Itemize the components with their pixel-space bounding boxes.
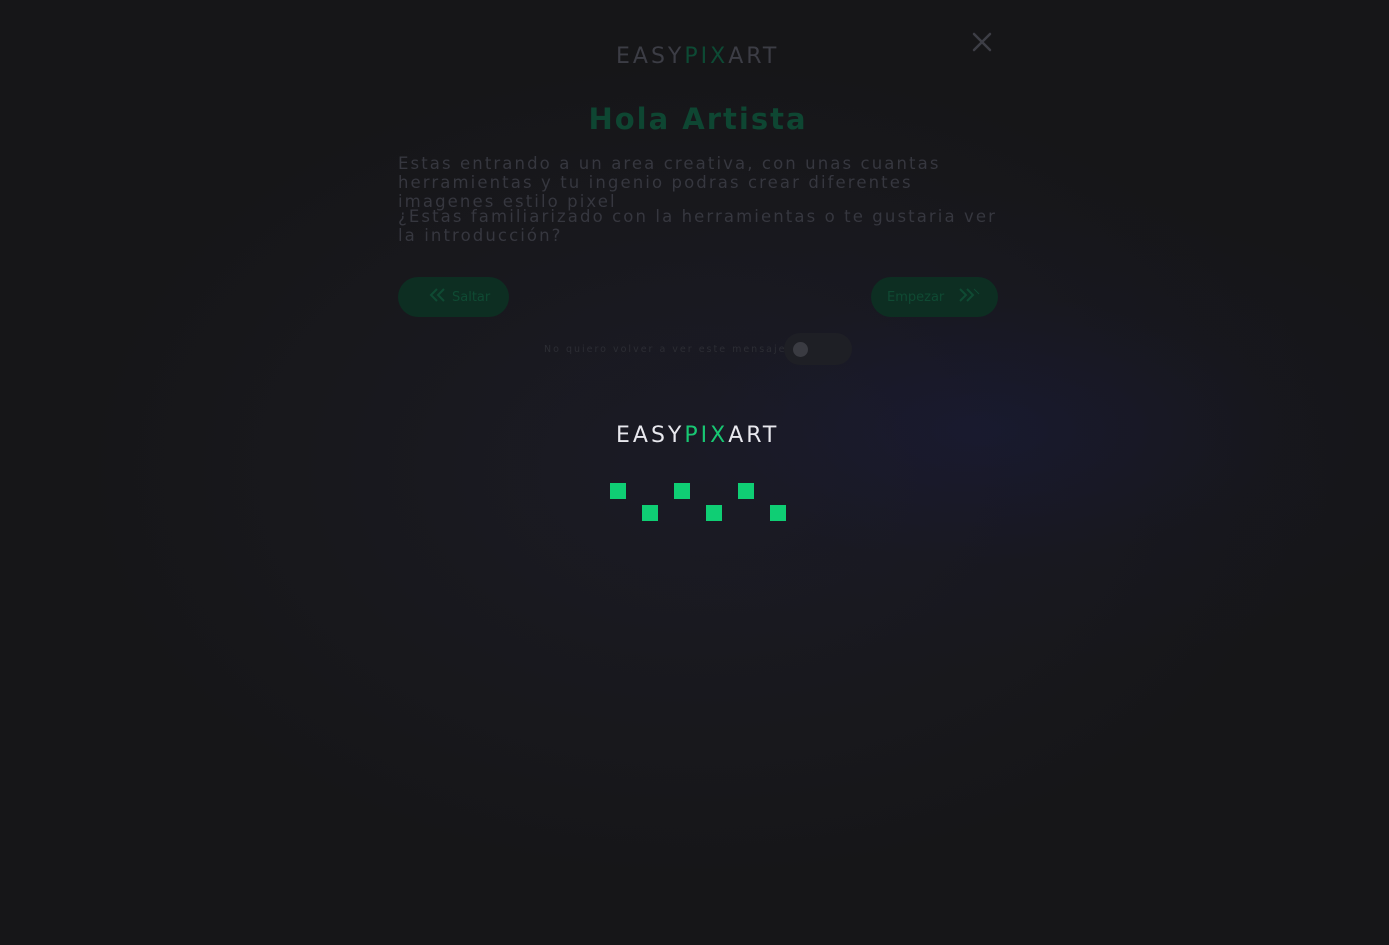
loading-pixel: [642, 505, 658, 521]
start-button[interactable]: Empezar: [871, 277, 998, 317]
start-button-label: Empezar: [887, 289, 945, 305]
logo-part-art: ART: [728, 423, 780, 448]
skip-button-label: Saltar: [452, 289, 491, 305]
loading-pixel: [738, 483, 754, 499]
loading-pixel: [610, 483, 626, 499]
double-chevron-right-icon: [958, 288, 980, 306]
dialog-question-text: ¿Estas familiarizado con la herramientas…: [398, 207, 998, 245]
close-icon: [972, 32, 992, 52]
toggle-knob: [793, 342, 808, 357]
app-page: EASYPIXART Hola Artista Estas entrando a…: [0, 0, 1389, 945]
close-button[interactable]: [970, 30, 994, 54]
dialog-logo: EASYPIXART: [616, 44, 779, 69]
loading-pixel: [706, 505, 722, 521]
dont-show-again-toggle[interactable]: [784, 333, 852, 365]
logo-part-pix: PIX: [684, 44, 729, 69]
dont-show-again-label: No quiero volver a ver este mensaje: [544, 344, 787, 355]
logo-part-easy: EASY: [616, 44, 685, 69]
dialog-intro-text: Estas entrando a un area creativa, con u…: [398, 154, 941, 211]
loader-logo: EASYPIXART: [616, 423, 779, 448]
logo-part-art: ART: [728, 44, 780, 69]
skip-button[interactable]: Saltar: [398, 277, 509, 317]
loading-pixel: [674, 483, 690, 499]
dont-show-again-row: No quiero volver a ver este mensaje: [398, 333, 998, 365]
logo-part-easy: EASY: [616, 423, 685, 448]
welcome-dialog: EASYPIXART Hola Artista Estas entrando a…: [398, 30, 998, 390]
dialog-title: Hola Artista: [588, 102, 808, 136]
double-chevron-left-icon: [429, 288, 446, 306]
logo-part-pix: PIX: [684, 423, 729, 448]
loading-indicator: [610, 483, 786, 521]
loading-pixel: [770, 505, 786, 521]
